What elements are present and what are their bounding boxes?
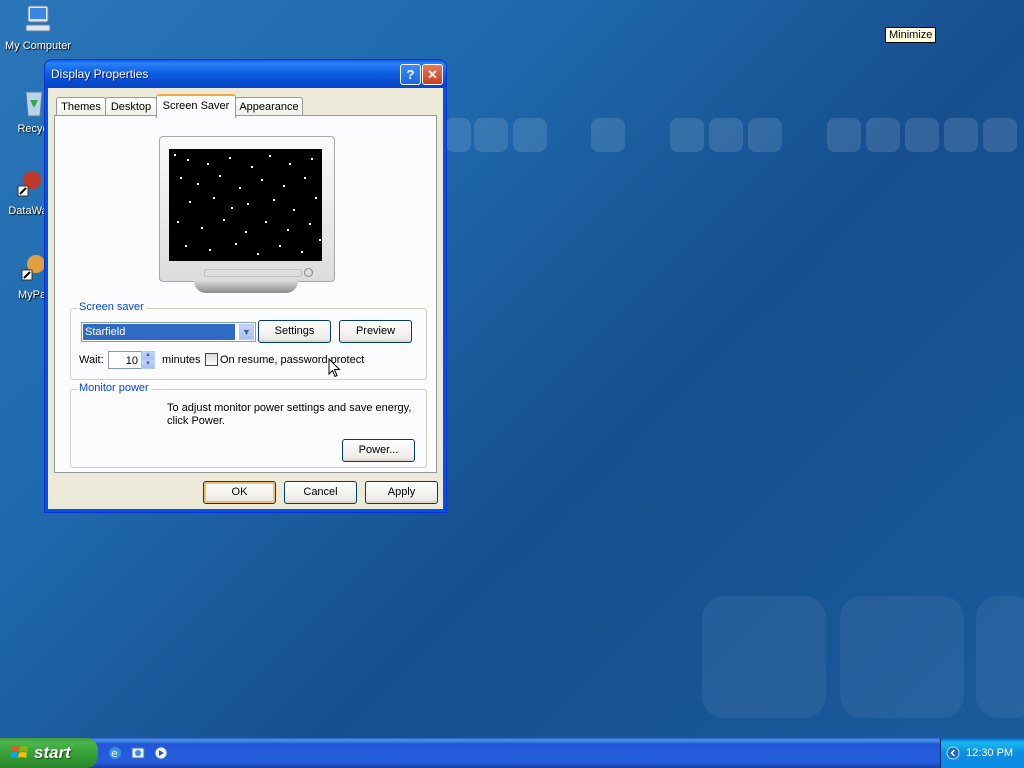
wait-minutes-input[interactable]: 10 (108, 351, 142, 369)
tab-screen-saver[interactable]: Screen Saver (156, 94, 236, 118)
windows-logo-icon (10, 746, 28, 758)
desktop-tile (591, 118, 625, 152)
monitor-control-strip (204, 269, 302, 277)
desktop-tile (944, 118, 978, 152)
desktop: My Computer Recycl DataWa MyPa Minimize … (0, 0, 1024, 738)
system-tray: 12:30 PM (940, 738, 1024, 768)
close-button[interactable]: ✕ (422, 64, 443, 85)
clock[interactable]: 12:30 PM (966, 747, 1013, 759)
screen-saver-select[interactable]: Starfield ▼ (81, 322, 256, 342)
internet-explorer-icon[interactable]: e (107, 745, 123, 761)
screen-saver-panel: Screen saver Starfield ▼ Settings Previe… (54, 115, 437, 473)
desktop-tile (474, 118, 508, 152)
minimize-tooltip: Minimize (885, 27, 937, 43)
desktop-tile (983, 118, 1017, 152)
monitor-power-description: To adjust monitor power settings and sav… (167, 402, 412, 427)
desktop-tile (670, 118, 704, 152)
outlook-express-icon[interactable] (130, 745, 146, 761)
desktop-tile (445, 118, 471, 152)
password-protect-checkbox[interactable] (205, 353, 218, 366)
monitor-power-group-label: Monitor power (77, 382, 151, 394)
spin-up-icon[interactable]: ▲ (141, 351, 155, 360)
monitor-power-led (304, 268, 313, 277)
ok-button[interactable]: OK (203, 481, 276, 504)
desktop-tile (866, 118, 900, 152)
start-label: start (34, 743, 71, 762)
display-properties-window: Display Properties ? ✕ Themes Desktop Sc… (45, 60, 446, 512)
window-client: Themes Desktop Screen Saver Appearance S… (48, 88, 443, 509)
svg-text:e: e (111, 747, 118, 760)
datawatch-icon (17, 171, 41, 197)
wait-spinner[interactable]: ▲ ▼ (141, 351, 155, 369)
help-button[interactable]: ? (400, 64, 421, 85)
tab-themes[interactable]: Themes (56, 97, 106, 116)
cancel-button[interactable]: Cancel (284, 481, 357, 504)
desktop-tile (748, 118, 782, 152)
desktop-tile (905, 118, 939, 152)
window-title: Display Properties (51, 67, 149, 81)
preview-button[interactable]: Preview (339, 320, 412, 343)
media-player-icon[interactable] (153, 745, 169, 761)
preview-screen (169, 149, 322, 261)
power-button[interactable]: Power... (342, 439, 415, 462)
mypa-icon (21, 255, 45, 281)
wait-label: Wait: (79, 354, 104, 366)
mouse-cursor-icon (328, 358, 341, 378)
minutes-label: minutes (162, 354, 201, 366)
taskbar: start e 12:30 PM (0, 738, 1024, 768)
monitor-preview (159, 136, 335, 293)
apply-button[interactable]: Apply (365, 481, 438, 504)
window-titlebar[interactable]: Display Properties ? ✕ (45, 60, 446, 88)
monitor-stand (194, 281, 298, 293)
screen-saver-group: Screen saver Starfield ▼ Settings Previe… (70, 301, 427, 380)
tab-desktop[interactable]: Desktop (105, 97, 157, 116)
desktop-tile (840, 596, 964, 718)
monitor-power-group: Monitor power To adjust monitor power se… (70, 382, 427, 468)
desktop-tile (976, 596, 1024, 718)
computer-icon (25, 5, 51, 32)
desktop-tile (827, 118, 861, 152)
start-button[interactable]: start (0, 738, 98, 768)
desktop-icon-my-computer[interactable]: My Computer (0, 3, 76, 52)
monitor-bezel (159, 136, 335, 282)
screen-saver-selected-value: Starfield (83, 324, 235, 340)
chevron-down-icon[interactable]: ▼ (239, 324, 254, 340)
spin-down-icon[interactable]: ▼ (141, 360, 155, 369)
tab-appearance[interactable]: Appearance (235, 97, 303, 116)
settings-button[interactable]: Settings (258, 320, 331, 343)
screen-saver-group-label: Screen saver (77, 301, 146, 313)
desktop-tile (513, 118, 547, 152)
show-hidden-icons-icon[interactable] (946, 746, 960, 760)
password-protect-label[interactable]: On resume, password protect (220, 354, 364, 366)
desktop-tile (702, 596, 826, 718)
desktop-icon-label: My Computer (4, 40, 72, 52)
desktop-tile (709, 118, 743, 152)
